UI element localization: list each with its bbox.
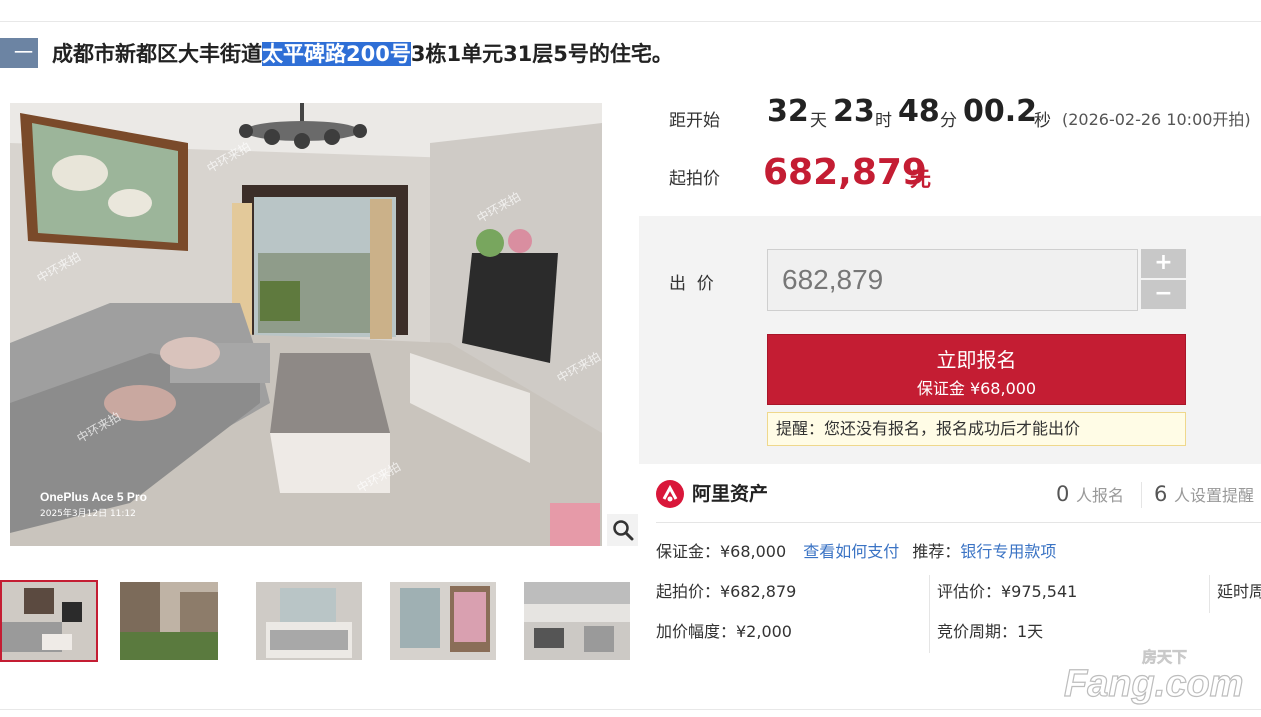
delay-period: 延时周期	[1217, 582, 1261, 601]
platform-name: 阿里资产	[692, 483, 769, 505]
stats-divider	[1141, 482, 1142, 508]
bid-label: 出 价	[669, 274, 714, 294]
countdown-label: 距开始	[669, 111, 720, 131]
countdown-days-unit: 天	[810, 111, 827, 131]
start-price-unit: 元	[910, 167, 931, 191]
deposit-text: 保证金：¥68,000	[656, 542, 787, 561]
title-unit: 3栋1单元31层5号的住宅。	[410, 42, 673, 66]
ali-assets-logo-icon	[656, 480, 684, 508]
registration-reminder: 提醒：您还没有报名，报名成功后才能出价	[767, 412, 1186, 446]
title-location: 成都市新都区大丰街道	[52, 42, 262, 66]
detail-column-divider	[929, 575, 930, 653]
countdown-hours: 23	[833, 94, 875, 129]
start-price-value: 682,879	[763, 152, 927, 193]
countdown-seconds: 00.2	[963, 94, 1038, 129]
bid-decrease-button[interactable]: −	[1141, 280, 1186, 309]
countdown-hours-unit: 时	[875, 111, 892, 131]
reminder-count: 6	[1154, 482, 1168, 506]
countdown-seconds-unit: 秒	[1034, 111, 1051, 131]
register-deposit-label: 保证金 ¥68,000	[916, 379, 1037, 398]
details-divider	[656, 522, 1261, 523]
thumbnail-1[interactable]	[0, 580, 98, 662]
start-price-detail: 起拍价：¥682,879	[656, 582, 797, 601]
recommend-label: 推荐：	[912, 542, 961, 561]
fang-com-watermark: 房天下 Fang.com	[1062, 646, 1252, 706]
top-divider	[0, 21, 1261, 22]
thumbnail-5[interactable]	[524, 582, 630, 664]
bid-amount-input[interactable]: 682,879	[767, 249, 1138, 311]
detail-column-divider-2	[1209, 575, 1210, 613]
register-button[interactable]: 立即报名 保证金 ¥68,000	[767, 334, 1186, 405]
page-title: 成都市新都区大丰街道太平碑路200号3栋1单元31层5号的住宅。	[52, 38, 673, 70]
start-price-label: 起拍价	[669, 169, 720, 189]
bottom-divider	[0, 709, 1261, 710]
bank-funds-link[interactable]: 银行专用款项	[960, 542, 1056, 561]
countdown-minutes-unit: 分	[940, 111, 957, 131]
zoom-button[interactable]	[607, 514, 638, 546]
reminder-count-label: 人设置提醒	[1174, 486, 1255, 505]
bid-increase-button[interactable]: +	[1141, 249, 1186, 278]
countdown-days: 32	[767, 94, 809, 129]
register-button-label: 立即报名	[936, 348, 1017, 372]
thumbnail-2[interactable]	[120, 582, 218, 664]
living-room-image: 中环来拍 中环来拍 中环来拍 中环来拍 中环来拍 中环来拍 OnePlus Ac…	[10, 103, 602, 546]
countdown-minutes: 48	[898, 94, 940, 129]
signup-count-label: 人报名	[1076, 486, 1125, 505]
svg-text:Fang.com: Fang.com	[1064, 663, 1243, 705]
svg-text:OnePlus Ace 5 Pro: OnePlus Ace 5 Pro	[40, 490, 147, 504]
svg-text:2025年3月12日 11:12: 2025年3月12日 11:12	[40, 507, 136, 519]
appraisal-price: 评估价：¥975,541	[937, 582, 1078, 601]
thumbnail-3[interactable]	[256, 582, 362, 664]
thumbnail-4[interactable]	[390, 582, 496, 664]
main-property-photo[interactable]: 中环来拍 中环来拍 中环来拍 中环来拍 中环来拍 中环来拍 OnePlus Ac…	[10, 103, 602, 546]
auction-round-badge: 一拍	[0, 38, 38, 94]
title-highlight: 太平碑路200号	[262, 42, 411, 66]
bidding-cycle: 竞价周期：1天	[937, 622, 1044, 641]
signup-count: 0	[1056, 482, 1070, 506]
how-to-pay-link[interactable]: 查看如何支付	[803, 542, 899, 561]
deposit-info: 保证金：¥68,000 查看如何支付 推荐：银行专用款项	[656, 541, 1056, 563]
magnifier-icon	[612, 520, 633, 541]
bid-increment: 加价幅度：¥2,000	[656, 622, 792, 641]
auction-start-time: (2026-02-26 10:00开拍)	[1062, 110, 1251, 129]
